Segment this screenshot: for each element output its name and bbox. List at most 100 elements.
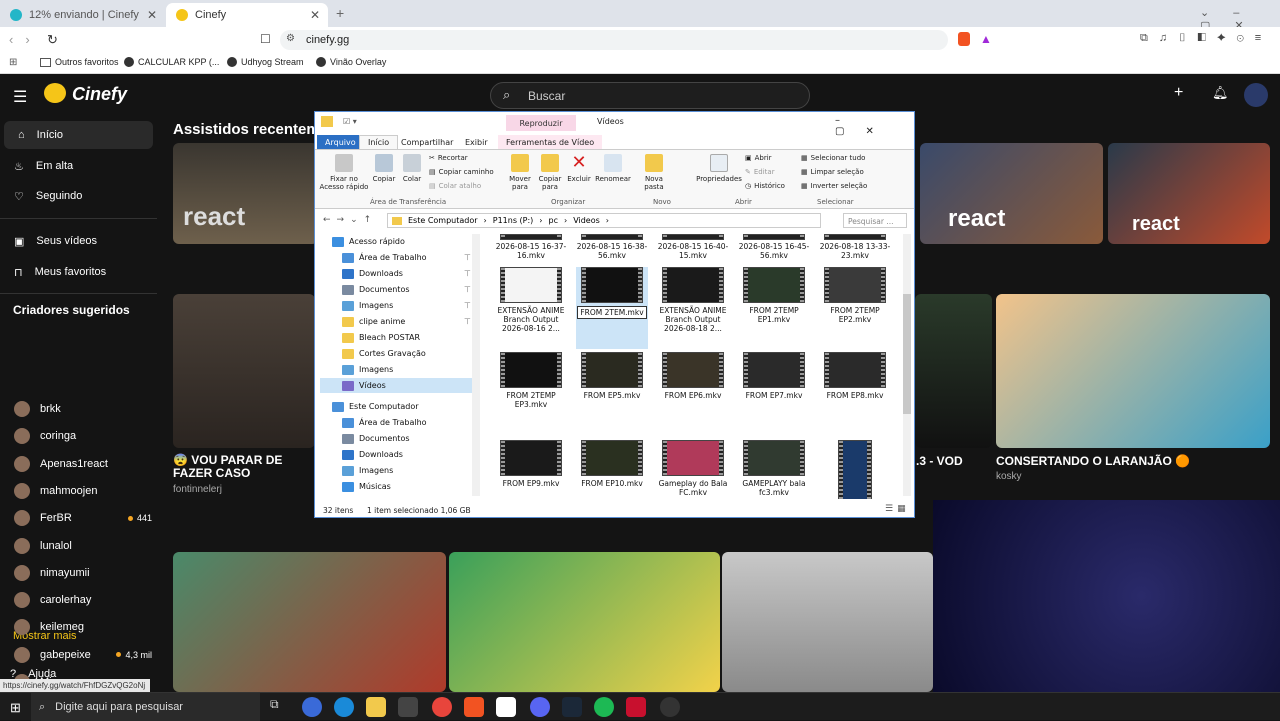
scroll-thumb[interactable]: [903, 294, 911, 414]
close-icon[interactable]: ✕: [147, 8, 157, 22]
discord-icon[interactable]: [530, 697, 550, 717]
quick-access-toolbar-icon[interactable]: ☑ ▾: [343, 117, 357, 126]
path-bar[interactable]: Este Computador › P11ns (P:) › pc › Videos ›: [387, 213, 821, 228]
file-item[interactable]: 2026-08-15 16-45-56.mkv: [738, 234, 810, 260]
properties-button[interactable]: Propriedades: [695, 154, 743, 183]
creator-item[interactable]: brkk: [0, 399, 160, 419]
bookmark-calcular[interactable]: CALCULAR KPP (...: [124, 57, 219, 67]
video-title[interactable]: CONSERTANDO O LARANJÃO 🟠: [996, 454, 1190, 468]
brave-icon[interactable]: [464, 697, 484, 717]
extensions-icons[interactable]: ⧉♫▯◧✦⊙≡: [1140, 32, 1272, 45]
path-segment[interactable]: P11ns (P:): [493, 216, 534, 225]
nav-item[interactable]: Documentos ⊤: [320, 282, 475, 297]
file-item[interactable]: KKKKKKKKK ea fc 27.mov: [819, 440, 891, 499]
pin-button[interactable]: Fixar no Acesso rápido: [319, 154, 369, 191]
search-box[interactable]: ⌕ Buscar: [490, 82, 810, 109]
url-field[interactable]: ⚙ cinefy.gg: [280, 30, 948, 50]
creator-item[interactable]: keilemeg: [0, 617, 160, 637]
creator-item[interactable]: FerBR 441: [0, 508, 160, 528]
nav-item[interactable]: Este Computador: [320, 399, 475, 414]
spotify-icon[interactable]: [594, 697, 614, 717]
file-item[interactable]: GAMEPLAYY bala fc3.mkv: [738, 440, 810, 497]
close-icon[interactable]: ✕: [310, 8, 320, 22]
history-button[interactable]: ◷ Histórico: [745, 182, 785, 190]
file-item[interactable]: FROM EP6.mkv: [657, 352, 729, 400]
tab-compartilhar[interactable]: Compartilhar: [393, 135, 461, 149]
file-item[interactable]: FROM EP5.mkv: [576, 352, 648, 400]
nav-item[interactable]: Downloads: [320, 447, 475, 462]
creator-item[interactable]: lunalol: [0, 536, 160, 556]
video-thumbnail[interactable]: react: [920, 143, 1103, 244]
site-settings-icon[interactable]: ⚙: [286, 33, 295, 44]
user-avatar[interactable]: [1244, 83, 1268, 107]
file-item[interactable]: Gameplay do Bala FC.mkv: [657, 440, 729, 497]
bookmark-udhyog[interactable]: Udhyog Stream: [227, 57, 304, 67]
tab-enviando[interactable]: 12% enviando | Cinefy ✕: [0, 3, 165, 27]
file-item[interactable]: FROM EP10.mkv: [576, 440, 648, 488]
file-item[interactable]: FROM 2TEMP EP3.mkv: [495, 352, 567, 409]
file-item[interactable]: FROM 2TEMP EP2.mkv: [819, 267, 891, 324]
video-title[interactable]: 😨 VOU PARAR DE FAZER CASO: [173, 454, 313, 480]
tab-ferramentas-video[interactable]: Ferramentas de Vídeo: [498, 135, 603, 149]
windows-start-icon[interactable]: ⊞: [10, 700, 21, 716]
nav-item[interactable]: Área de Trabalho: [320, 415, 475, 430]
file-item[interactable]: 2026-08-18 13-33-23.mkv: [819, 234, 891, 260]
select-none-button[interactable]: ▦ Limpar seleção: [801, 168, 864, 176]
video-title[interactable]: .3 - VOD: [916, 454, 963, 468]
file-item[interactable]: EXTENSÃO ANIME Branch Output 2026-08-18 …: [657, 267, 729, 333]
file-item[interactable]: 2026-08-15 16-38-56.mkv: [576, 234, 648, 260]
taskbar-search[interactable]: ⌕ Digite aqui para pesquisar: [31, 693, 260, 721]
nav-item[interactable]: Acesso rápido: [320, 234, 475, 249]
path-segment[interactable]: Videos: [573, 216, 600, 225]
rename-button[interactable]: Renomear: [595, 154, 631, 183]
file-item[interactable]: 2026-08-15 16-37-16.mkv: [495, 234, 567, 260]
nav-item[interactable]: Cortes Gravação: [320, 346, 475, 361]
creator-item[interactable]: carolerhay: [0, 590, 160, 610]
bookmark-vinao[interactable]: Vinão Overlay: [316, 57, 386, 67]
reload-icon[interactable]: ↻: [47, 32, 58, 48]
context-tab[interactable]: Reproduzir: [506, 115, 576, 131]
new-folder-button[interactable]: Nova pasta: [640, 154, 668, 191]
nav-item[interactable]: Downloads ⊤: [320, 266, 475, 281]
path-segment[interactable]: pc: [549, 216, 558, 225]
tab-cinefy[interactable]: Cinefy ✕: [166, 3, 328, 27]
file-explorer-icon[interactable]: [366, 697, 386, 717]
edit-button[interactable]: ✎ Editar: [745, 168, 775, 176]
video-thumbnail[interactable]: [449, 552, 720, 692]
chrome-icon[interactable]: [432, 697, 452, 717]
creator-item[interactable]: mahmoojen: [0, 481, 160, 501]
copy-path-button[interactable]: ▤ Copiar caminho: [429, 168, 494, 176]
vscode-icon[interactable]: [496, 697, 516, 717]
video-channel[interactable]: kosky: [996, 471, 1022, 482]
nav-item[interactable]: Músicas: [320, 479, 475, 494]
window-controls[interactable]: –▢✕: [835, 115, 914, 137]
invert-selection-button[interactable]: ▦ Inverter seleção: [801, 182, 867, 190]
file-scrollbar[interactable]: [903, 234, 911, 496]
file-item[interactable]: FROM EP7.mkv: [738, 352, 810, 400]
nav-item[interactable]: Bleach POSTAR: [320, 330, 475, 345]
open-button[interactable]: ▣ Abrir: [745, 154, 772, 162]
bookmark-outros[interactable]: Outros favoritos: [40, 57, 119, 67]
bell-icon[interactable]: 🔔︎: [1212, 85, 1229, 101]
nav-back-forward-icon[interactable]: ←→⌄↑: [323, 215, 377, 225]
tab-exibir[interactable]: Exibir: [457, 135, 496, 149]
file-item[interactable]: FROM EP8.mkv: [819, 352, 891, 400]
menu-icon[interactable]: ☰: [13, 87, 27, 107]
nav-item[interactable]: clipe anime ⊤: [320, 314, 475, 329]
creator-item[interactable]: gabepeixe 4,3 mil: [0, 645, 160, 665]
video-thumbnail[interactable]: [915, 294, 992, 448]
new-tab-button[interactable]: +: [336, 5, 344, 21]
nav-scrollbar[interactable]: [472, 234, 480, 496]
edge-icon[interactable]: [334, 697, 354, 717]
nav-seguindo[interactable]: ♡ Seguindo: [0, 182, 160, 210]
file-item[interactable]: FROM 2TEMP EP1.mkv: [738, 267, 810, 324]
tab-arquivo[interactable]: Arquivo: [317, 135, 364, 149]
nav-em-alta[interactable]: ♨ Em alta: [0, 152, 160, 180]
nav-item[interactable]: Documentos: [320, 431, 475, 446]
creator-item[interactable]: Apenas1react: [0, 454, 160, 474]
file-item[interactable]: EXTENSÃO ANIME Branch Output 2026-08-16 …: [495, 267, 567, 333]
bookmark-icon[interactable]: ☐: [260, 32, 271, 46]
creator-item[interactable]: nimayumii: [0, 563, 160, 583]
file-item[interactable]: FROM EP9.mkv: [495, 440, 567, 488]
nav-item[interactable]: Área de Trabalho ⊤: [320, 250, 475, 265]
